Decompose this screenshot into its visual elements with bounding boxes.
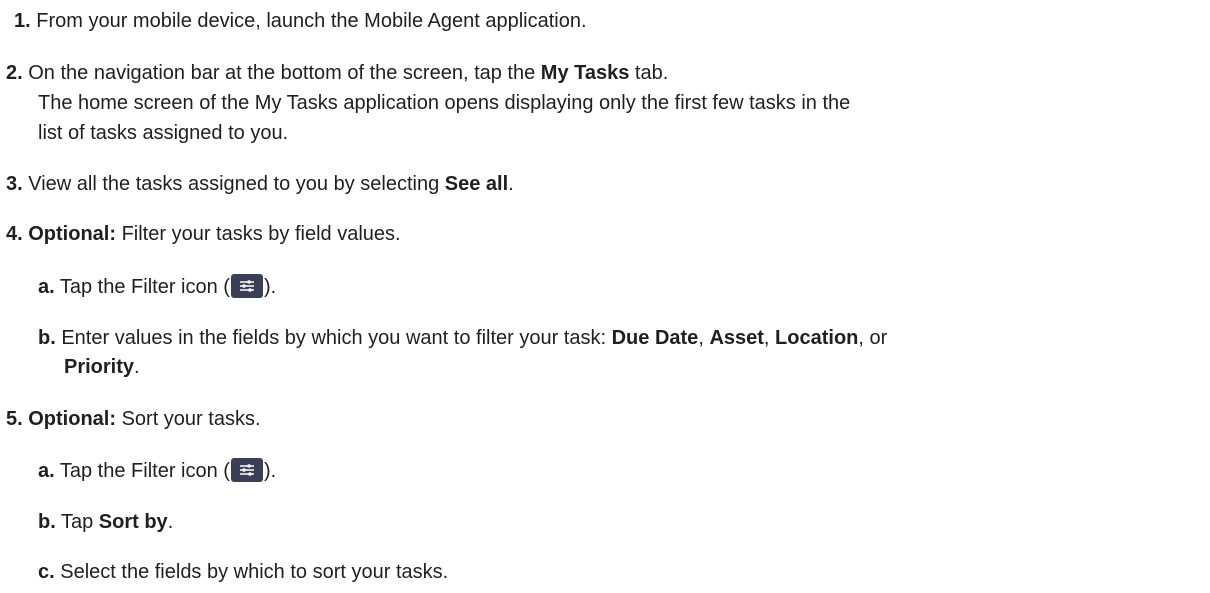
step-1: 1. From your mobile device, launch the M… bbox=[14, 9, 587, 33]
filter-icon bbox=[230, 458, 263, 482]
step-text: From your mobile device, launch the Mobi… bbox=[30, 10, 587, 32]
substep-text: Tap the Filter icon ( bbox=[54, 460, 230, 482]
step-number: 4. bbox=[6, 223, 23, 245]
substep-text: Enter values in the fields by which you … bbox=[55, 327, 612, 349]
field-due-date: Due Date bbox=[611, 327, 699, 349]
field-priority: Priority bbox=[64, 356, 135, 378]
step-2: 2. On the navigation bar at the bottom o… bbox=[6, 61, 668, 85]
optional-label: Optional: bbox=[22, 408, 117, 430]
substep-text: ). bbox=[263, 276, 277, 298]
step-2-result-line-2: list of tasks assigned to you. bbox=[38, 122, 289, 144]
step-5c: c. Select the fields by which to sort yo… bbox=[38, 560, 448, 584]
filter-icon bbox=[230, 274, 263, 298]
step-number: 1. bbox=[14, 10, 31, 32]
step-number: 5. bbox=[6, 408, 23, 430]
step-5: 5. Optional: Sort your tasks. bbox=[6, 407, 261, 431]
step-text: On the navigation bar at the bottom of t… bbox=[22, 62, 541, 84]
optional-label: Optional: bbox=[22, 223, 117, 245]
step-5b: b. Tap Sort by. bbox=[38, 510, 173, 534]
substep-letter: b. bbox=[38, 511, 56, 533]
my-tasks-tab-label: My Tasks bbox=[540, 62, 630, 84]
substep-text: Tap the Filter icon ( bbox=[54, 276, 230, 298]
step-3: 3. View all the tasks assigned to you by… bbox=[6, 172, 514, 196]
step-5a: a. Tap the Filter icon (). bbox=[38, 458, 276, 483]
step-4a: a. Tap the Filter icon (). bbox=[38, 274, 276, 299]
step-text: . bbox=[508, 173, 514, 195]
substep-text: Tap bbox=[55, 511, 99, 533]
substep-letter: c. bbox=[38, 561, 55, 583]
sort-by-label: Sort by bbox=[98, 511, 168, 533]
step-4b: b. Enter values in the fields by which y… bbox=[38, 326, 887, 350]
step-4b-continued: Priority. bbox=[64, 355, 140, 379]
substep-letter: a. bbox=[38, 276, 55, 298]
step-2-result-line-1: The home screen of the My Tasks applicat… bbox=[38, 92, 851, 114]
field-asset: Asset bbox=[709, 327, 764, 349]
separator: , bbox=[698, 327, 710, 349]
step-text: Filter your tasks by field values. bbox=[116, 223, 401, 245]
step-number: 3. bbox=[6, 173, 23, 195]
step-text: View all the tasks assigned to you by se… bbox=[22, 173, 445, 195]
field-location: Location bbox=[775, 327, 859, 349]
see-all-label: See all bbox=[444, 173, 509, 195]
step-4: 4. Optional: Filter your tasks by field … bbox=[6, 222, 401, 246]
substep-text: . bbox=[167, 511, 174, 533]
substep-text: ). bbox=[263, 460, 277, 482]
separator: , or bbox=[858, 327, 888, 349]
task-instructions: 1. From your mobile device, launch the M… bbox=[0, 0, 1210, 593]
substep-letter: b. bbox=[38, 327, 56, 349]
step-number: 2. bbox=[6, 62, 23, 84]
substep-letter: a. bbox=[38, 460, 55, 482]
period: . bbox=[134, 356, 140, 378]
step-text: tab. bbox=[629, 62, 669, 84]
separator: , bbox=[763, 327, 776, 349]
substep-text: Select the fields by which to sort your … bbox=[54, 561, 449, 583]
step-text: Sort your tasks. bbox=[116, 408, 261, 430]
